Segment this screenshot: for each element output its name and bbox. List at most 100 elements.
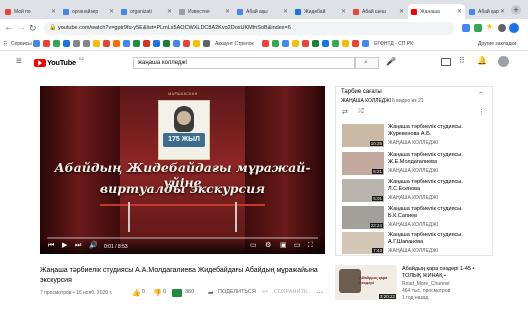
shuffle-icon[interactable]: ⤮ bbox=[358, 108, 364, 116]
video-channel[interactable]: ЖАҢАША КОЛЛЕДЖІ bbox=[388, 222, 438, 228]
browser-tab[interactable]: Жидебай ✕ bbox=[292, 4, 349, 19]
save-icon[interactable]: ≡+ bbox=[262, 289, 268, 295]
create-video-icon[interactable] bbox=[441, 58, 451, 66]
apps-grid-icon[interactable]: ⠿ bbox=[459, 56, 465, 65]
bookmark-icon[interactable] bbox=[272, 40, 279, 47]
bookmark-icon[interactable] bbox=[203, 40, 210, 47]
quality-badge-icon[interactable] bbox=[172, 289, 182, 297]
bookmark-folder[interactable]: Аккаунт Стрелок bbox=[215, 41, 254, 47]
video-thumbnail[interactable]: 5:01 bbox=[342, 179, 384, 202]
video-channel[interactable]: ЖАҢАША КОЛЛЕДЖІ bbox=[388, 248, 438, 254]
more-actions-icon[interactable]: ⋯ bbox=[316, 289, 323, 297]
bookmark-icon[interactable] bbox=[292, 40, 299, 47]
more-options-icon[interactable]: ⋮ bbox=[478, 108, 485, 116]
bookmark-icon[interactable] bbox=[83, 40, 90, 47]
bookmark-icon[interactable] bbox=[183, 40, 190, 47]
address-bar[interactable]: 🔒 youtube.com/watch?v=gptr9fu-y5E&list=P… bbox=[44, 22, 454, 35]
browser-tab[interactable]: органайзер ✕ bbox=[60, 4, 117, 19]
youtube-logo-text[interactable]: YouTube bbox=[47, 58, 76, 67]
bookmark-icon[interactable] bbox=[113, 40, 120, 47]
youtube-logo-icon[interactable] bbox=[34, 59, 46, 67]
bookmark-other[interactable]: Другие закладки bbox=[478, 41, 516, 47]
bookmark-icon[interactable] bbox=[322, 40, 329, 47]
share-icon[interactable]: ➦ bbox=[208, 289, 214, 297]
save-button[interactable]: СОХРАНИТЬ bbox=[274, 289, 307, 295]
captions-icon[interactable]: ▭ bbox=[250, 242, 257, 250]
next-icon[interactable]: ⏭ bbox=[75, 242, 81, 250]
close-icon[interactable]: ✕ bbox=[51, 8, 56, 15]
video-title[interactable]: Жаңаша тәрбиелік студиясы. Б.К.Сапиев bbox=[388, 206, 480, 219]
fullscreen-icon[interactable]: ⛶ bbox=[308, 242, 313, 250]
bookmark-icon[interactable] bbox=[193, 40, 200, 47]
video-thumbnail[interactable]: 23:24 bbox=[342, 206, 384, 229]
collapse-chevron-icon[interactable]: ⌃ bbox=[478, 91, 483, 98]
playlist-title[interactable]: Тарбие сағаты bbox=[341, 89, 382, 95]
miniplayer-icon[interactable]: ▣ bbox=[280, 242, 287, 250]
video-title[interactable]: Жаңаша тәрбиелік студиясы. Ж.Е.Молдагали… bbox=[388, 152, 480, 165]
star-icon[interactable]: ★ bbox=[486, 22, 493, 31]
bookmark-icon[interactable] bbox=[93, 40, 100, 47]
translate-icon[interactable] bbox=[462, 24, 470, 32]
bookmark-apps[interactable]: Сервисы bbox=[11, 41, 32, 47]
video-channel[interactable]: ЖАҢАША КОЛЛЕДЖІ bbox=[388, 168, 438, 174]
menu-icon[interactable]: ≡ bbox=[16, 56, 22, 68]
video-thumbnail[interactable]: 7:43 bbox=[342, 232, 384, 254]
browser-tab-active[interactable]: Жанаша ✕ bbox=[408, 4, 465, 19]
bookmark-icon[interactable] bbox=[352, 40, 359, 47]
bookmark-icon[interactable] bbox=[53, 40, 60, 47]
video-thumbnail[interactable]: 6:21 bbox=[342, 152, 384, 175]
close-icon[interactable]: ✕ bbox=[341, 8, 346, 15]
progress-bar[interactable] bbox=[47, 237, 318, 239]
video-thumbnail[interactable]: 10:26 bbox=[342, 124, 384, 147]
close-icon[interactable]: ✕ bbox=[500, 8, 505, 15]
account-avatar[interactable] bbox=[498, 56, 509, 67]
video-title[interactable]: Жаңаша тәрбиелік студиясы. Журекенова А.… bbox=[388, 124, 480, 137]
playlist-channel[interactable]: ЖАҢАША КОЛЛЕДЖІ bbox=[341, 98, 391, 104]
bookmark-icon[interactable] bbox=[163, 40, 170, 47]
bookmark-icon[interactable] bbox=[362, 40, 369, 47]
video-title[interactable]: Жаңаша тәрбиелік студиясы. А.Г.Шапанова bbox=[388, 232, 480, 245]
bookmark-icon[interactable] bbox=[143, 40, 150, 47]
browser-tab[interactable]: Абай ақы ✕ bbox=[234, 4, 291, 19]
share-button[interactable]: ПОДЕЛИТЬСЯ bbox=[218, 289, 256, 295]
theater-mode-icon[interactable]: ▭ bbox=[294, 242, 301, 250]
loop-icon[interactable]: ⇄ bbox=[342, 108, 348, 116]
like-icon[interactable]: 👍 bbox=[132, 289, 141, 297]
reload-icon[interactable]: ↻ bbox=[29, 22, 37, 34]
search-button[interactable]: ⌕ bbox=[355, 57, 379, 69]
apps-icon[interactable]: ⠿ bbox=[3, 41, 7, 48]
close-icon[interactable]: ✕ bbox=[283, 8, 288, 15]
back-icon[interactable]: ← bbox=[4, 22, 14, 34]
close-icon[interactable]: ✕ bbox=[457, 8, 462, 15]
quality-label[interactable]: 360 bbox=[185, 289, 194, 295]
forward-icon[interactable]: → bbox=[16, 22, 26, 34]
extensions-icon[interactable] bbox=[498, 24, 506, 32]
search-input[interactable]: жаңаша колледжі bbox=[133, 57, 355, 69]
new-tab-button[interactable]: + bbox=[511, 5, 521, 15]
video-channel[interactable]: ЖАҢАША КОЛЛЕДЖІ bbox=[388, 140, 438, 146]
browser-tab[interactable]: organizati ✕ bbox=[118, 4, 175, 19]
browser-tab[interactable]: Мой по ✕ bbox=[2, 4, 59, 19]
volume-icon[interactable]: 🔊 bbox=[89, 242, 98, 250]
dislike-icon[interactable]: 👎 bbox=[153, 289, 162, 297]
bookmark-folder[interactable]: ЕГФНТД - СП РК bbox=[374, 41, 413, 47]
bookmark-icon[interactable] bbox=[153, 40, 160, 47]
recommended-title[interactable]: Абайдың қара сөздері 1-45 • ТОЛЫҚ ЖИНАҚ … bbox=[402, 266, 492, 279]
microphone-icon[interactable]: 🎤 bbox=[386, 57, 396, 66]
bookmark-icon[interactable] bbox=[262, 40, 269, 47]
bookmark-icon[interactable] bbox=[63, 40, 70, 47]
bookmark-icon[interactable] bbox=[43, 40, 50, 47]
close-icon[interactable]: ✕ bbox=[225, 8, 230, 15]
profile-avatar[interactable] bbox=[509, 23, 519, 33]
video-channel[interactable]: ЖАҢАША КОЛЛЕДЖІ bbox=[388, 195, 438, 201]
close-icon[interactable]: ✕ bbox=[399, 8, 404, 15]
bookmark-icon[interactable] bbox=[173, 40, 180, 47]
bookmark-icon[interactable] bbox=[302, 40, 309, 47]
bookmark-icon[interactable] bbox=[133, 40, 140, 47]
bookmark-icon[interactable] bbox=[282, 40, 289, 47]
browser-tab[interactable]: Известия ✕ bbox=[176, 4, 233, 19]
extension-icon[interactable] bbox=[474, 24, 482, 32]
bookmark-icon[interactable] bbox=[332, 40, 339, 47]
recommended-thumbnail[interactable]: Абайдың қара сөздері 3:20:22 bbox=[335, 265, 397, 300]
bookmark-icon[interactable] bbox=[312, 40, 319, 47]
